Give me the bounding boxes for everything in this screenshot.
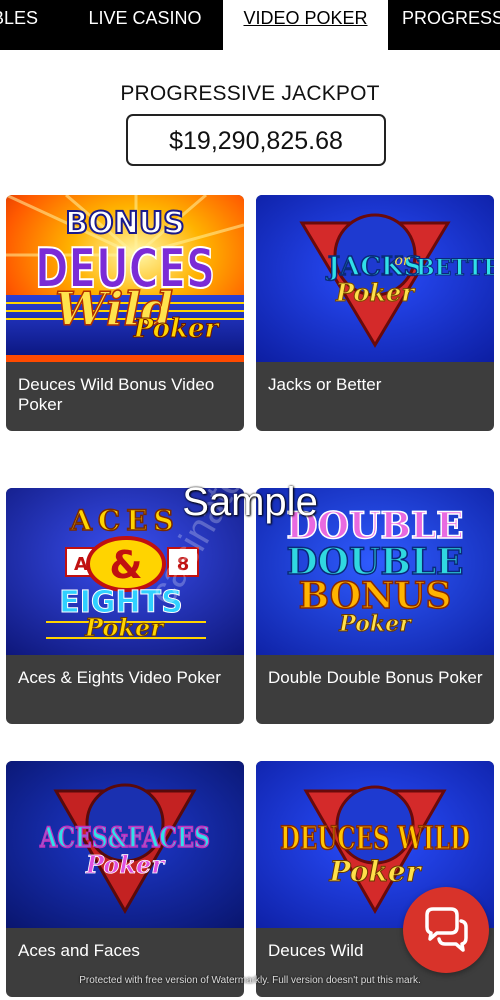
- logo-text: Poker: [133, 314, 221, 344]
- game-card-deuces-wild-bonus[interactable]: BONUS DEUCES Wild Poker Deuces Wild Bonu…: [6, 195, 244, 431]
- game-card-jacks-or-better[interactable]: JACKS or BETTER Poker Jacks or Better: [256, 195, 494, 431]
- chat-bubbles-icon: [425, 907, 468, 952]
- watermark-footer-note: Protected with free version of Watermark…: [79, 975, 421, 986]
- game-title: Aces & Eights Video Poker: [18, 668, 221, 687]
- logo-text: BONUS: [65, 206, 184, 241]
- logo-text: DEUCES WILD: [280, 819, 470, 857]
- game-card-aces-and-eights[interactable]: ACES A & 8 EIGHTS Poker Aces & Eights Vi…: [6, 488, 244, 724]
- game-title: Aces and Faces: [18, 941, 140, 960]
- logo-text: ACES: [69, 504, 180, 537]
- logo-text: Poker: [338, 611, 412, 637]
- game-logo-deuces-wild-bonus: BONUS DEUCES Wild Poker: [6, 195, 244, 362]
- game-logo-double-double-bonus: DOUBLE DOUBLE BONUS Poker: [256, 488, 494, 655]
- logo-text: Poker: [329, 855, 423, 888]
- logo-text: Poker: [85, 850, 166, 879]
- logo-text: Poker: [335, 278, 416, 307]
- tab-tables[interactable]: BLES: [0, 0, 44, 50]
- game-logo-jacks-or-better: JACKS or BETTER Poker: [256, 195, 494, 362]
- logo-text: &: [109, 543, 142, 587]
- game-title: Double Double Bonus Poker: [268, 668, 483, 687]
- game-title: Deuces Wild Bonus Video Poker: [18, 375, 215, 414]
- jackpot-amount: $19,290,825.68: [126, 114, 386, 166]
- logo-text: 8: [177, 554, 190, 575]
- live-chat-button[interactable]: [403, 887, 489, 973]
- logo-text: Poker: [84, 613, 165, 642]
- tab-video-poker-label: VIDEO POKER: [243, 8, 368, 28]
- jackpot-title: PROGRESSIVE JACKPOT: [120, 82, 380, 105]
- logo-text: BETTER: [416, 255, 494, 281]
- logo-text: or: [394, 253, 410, 269]
- tab-live-casino[interactable]: LIVE CASINO: [70, 0, 220, 50]
- game-card-double-double-bonus[interactable]: DOUBLE DOUBLE BONUS Poker Double Double …: [256, 488, 494, 724]
- tab-progressive[interactable]: PROGRESS: [402, 0, 500, 50]
- category-tab-bar: BLES LIVE CASINO VIDEO POKER PROGRESS: [0, 0, 500, 50]
- game-logo-aces-and-faces: ACES&FACES Poker: [6, 761, 244, 928]
- game-logo-aces-and-eights: ACES A & 8 EIGHTS Poker: [6, 488, 244, 655]
- logo-text: A: [74, 554, 88, 575]
- game-title: Jacks or Better: [268, 375, 382, 394]
- tab-video-poker[interactable]: VIDEO POKER: [223, 0, 388, 50]
- game-card-aces-and-faces[interactable]: ACES&FACES Poker Aces and Faces: [6, 761, 244, 997]
